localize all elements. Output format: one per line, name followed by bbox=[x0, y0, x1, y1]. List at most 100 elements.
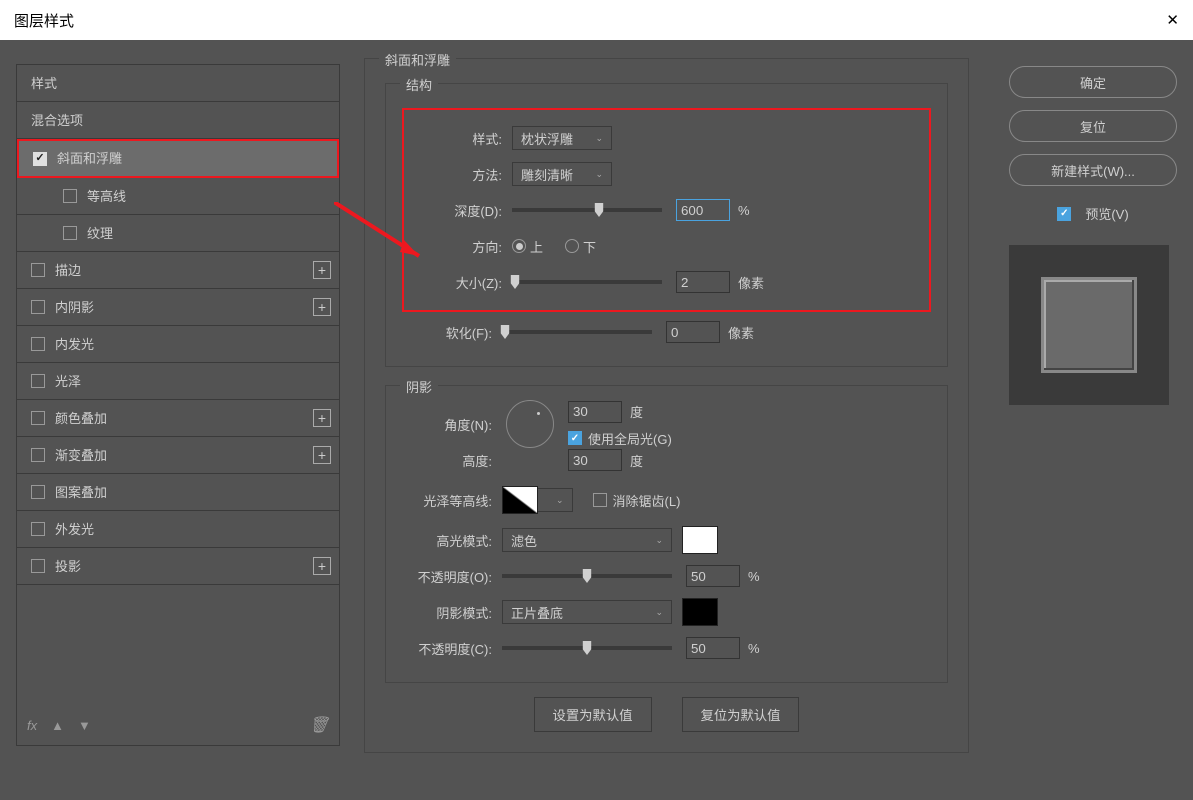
shadow-color-swatch[interactable] bbox=[682, 598, 718, 626]
shadow-mode-select[interactable]: 正片叠底⌄ bbox=[502, 600, 672, 624]
structure-fieldset: 结构 样式: 枕状浮雕⌄ 方法: 雕刻清晰⌄ 深度(D): % bbox=[385, 83, 948, 367]
highlight-mode-label: 高光模式: bbox=[402, 531, 502, 550]
sidebar-item-texture[interactable]: 纹理 bbox=[17, 215, 339, 252]
sidebar-item-outer-glow[interactable]: 外发光 bbox=[17, 511, 339, 548]
size-label: 大小(Z): bbox=[412, 273, 512, 292]
size-slider[interactable] bbox=[512, 280, 662, 284]
sidebar-footer: fx ▲ ▼ 🗑 bbox=[17, 705, 339, 745]
down-arrow-icon[interactable]: ▼ bbox=[78, 718, 91, 733]
sidebar-item-stroke[interactable]: 描边+ bbox=[17, 252, 339, 289]
checkbox-icon[interactable] bbox=[31, 559, 45, 573]
checkbox-icon[interactable] bbox=[31, 448, 45, 462]
style-list: 样式 混合选项 斜面和浮雕 等高线 纹理 描边+ 内阴影+ 内发光 光泽 颜色叠… bbox=[16, 64, 340, 746]
soften-label: 软化(F): bbox=[402, 323, 502, 342]
sidebar-item-satin[interactable]: 光泽 bbox=[17, 363, 339, 400]
checkbox-icon[interactable] bbox=[31, 337, 45, 351]
up-arrow-icon[interactable]: ▲ bbox=[51, 718, 64, 733]
checkbox-icon[interactable] bbox=[33, 152, 47, 166]
depth-label: 深度(D): bbox=[412, 201, 512, 220]
shading-label: 阴影 bbox=[400, 377, 438, 396]
shadow-opacity-input[interactable] bbox=[686, 637, 740, 659]
sidebar-item-pattern-overlay[interactable]: 图案叠加 bbox=[17, 474, 339, 511]
direction-up-radio[interactable] bbox=[512, 239, 526, 253]
global-light-checkbox[interactable] bbox=[568, 431, 582, 445]
add-icon[interactable]: + bbox=[313, 409, 331, 427]
altitude-label: 高度: bbox=[402, 451, 502, 470]
antialias-checkbox[interactable] bbox=[593, 493, 607, 507]
checkbox-icon[interactable] bbox=[31, 485, 45, 499]
ok-button[interactable]: 确定 bbox=[1009, 66, 1177, 98]
soften-unit: 像素 bbox=[728, 323, 754, 342]
add-icon[interactable]: + bbox=[313, 298, 331, 316]
reset-button[interactable]: 复位 bbox=[1009, 110, 1177, 142]
bevel-emboss-fieldset: 斜面和浮雕 结构 样式: 枕状浮雕⌄ 方法: 雕刻清晰⌄ 深度(D): bbox=[364, 58, 969, 753]
sidebar-item-inner-glow[interactable]: 内发光 bbox=[17, 326, 339, 363]
sidebar-item-contour[interactable]: 等高线 bbox=[17, 178, 339, 215]
add-icon[interactable]: + bbox=[313, 446, 331, 464]
sidebar-item-blend-options[interactable]: 混合选项 bbox=[17, 102, 339, 139]
preview-checkbox[interactable] bbox=[1057, 207, 1071, 221]
size-unit: 像素 bbox=[738, 273, 764, 292]
preview-inner bbox=[1041, 277, 1137, 373]
sidebar-item-drop-shadow[interactable]: 投影+ bbox=[17, 548, 339, 585]
shadow-mode-label: 阴影模式: bbox=[402, 603, 502, 622]
titlebar: 图层样式 ✕ bbox=[0, 0, 1193, 40]
checkbox-icon[interactable] bbox=[31, 522, 45, 536]
checkbox-icon[interactable] bbox=[63, 226, 77, 240]
technique-label: 方法: bbox=[412, 165, 512, 184]
soften-input[interactable] bbox=[666, 321, 720, 343]
highlight-opacity-input[interactable] bbox=[686, 565, 740, 587]
right-panel: 确定 复位 新建样式(W)... 预览(V) bbox=[993, 40, 1193, 800]
add-icon[interactable]: + bbox=[313, 261, 331, 279]
depth-input[interactable] bbox=[676, 199, 730, 221]
highlight-color-swatch[interactable] bbox=[682, 526, 718, 554]
altitude-input[interactable] bbox=[568, 449, 622, 471]
window-title: 图层样式 bbox=[14, 10, 74, 31]
highlight-annotation: 样式: 枕状浮雕⌄ 方法: 雕刻清晰⌄ 深度(D): % 方向: bbox=[402, 108, 931, 312]
sidebar-item-styles[interactable]: 样式 bbox=[17, 65, 339, 102]
shadow-opacity-slider[interactable] bbox=[502, 646, 672, 650]
gloss-contour-label: 光泽等高线: bbox=[402, 491, 502, 510]
highlight-mode-select[interactable]: 滤色⌄ bbox=[502, 528, 672, 552]
shadow-opacity-label: 不透明度(C): bbox=[402, 639, 502, 658]
checkbox-icon[interactable] bbox=[63, 189, 77, 203]
checkbox-icon[interactable] bbox=[31, 411, 45, 425]
make-default-button[interactable]: 设置为默认值 bbox=[534, 697, 652, 732]
styles-sidebar: 样式 混合选项 斜面和浮雕 等高线 纹理 描边+ 内阴影+ 内发光 光泽 颜色叠… bbox=[0, 40, 340, 800]
chevron-down-icon: ⌄ bbox=[595, 133, 603, 144]
trash-icon[interactable]: 🗑 bbox=[309, 715, 329, 735]
checkbox-icon[interactable] bbox=[31, 300, 45, 314]
depth-slider[interactable] bbox=[512, 208, 662, 212]
soften-slider[interactable] bbox=[502, 330, 652, 334]
chevron-down-icon: ⌄ bbox=[595, 169, 603, 180]
reset-default-button[interactable]: 复位为默认值 bbox=[682, 697, 800, 732]
add-icon[interactable]: + bbox=[313, 557, 331, 575]
settings-panel: 斜面和浮雕 结构 样式: 枕状浮雕⌄ 方法: 雕刻清晰⌄ 深度(D): bbox=[340, 40, 993, 800]
sidebar-item-inner-shadow[interactable]: 内阴影+ bbox=[17, 289, 339, 326]
sidebar-item-gradient-overlay[interactable]: 渐变叠加+ bbox=[17, 437, 339, 474]
gloss-contour-swatch[interactable] bbox=[502, 486, 538, 514]
preview-label: 预览(V) bbox=[1085, 204, 1128, 223]
structure-label: 结构 bbox=[400, 75, 438, 94]
style-label: 样式: bbox=[412, 129, 512, 148]
chevron-down-icon: ⌄ bbox=[655, 607, 663, 618]
close-icon[interactable]: ✕ bbox=[1166, 11, 1179, 29]
direction-label: 方向: bbox=[412, 237, 512, 256]
sidebar-item-color-overlay[interactable]: 颜色叠加+ bbox=[17, 400, 339, 437]
preview-thumbnail bbox=[1009, 245, 1169, 405]
size-input[interactable] bbox=[676, 271, 730, 293]
new-style-button[interactable]: 新建样式(W)... bbox=[1009, 154, 1177, 186]
angle-input[interactable] bbox=[568, 401, 622, 423]
panel-title: 斜面和浮雕 bbox=[379, 50, 456, 69]
technique-select[interactable]: 雕刻清晰⌄ bbox=[512, 162, 612, 186]
shading-fieldset: 阴影 角度(N): 度 使用全局光(G) bbox=[385, 385, 948, 683]
direction-down-radio[interactable] bbox=[565, 239, 579, 253]
checkbox-icon[interactable] bbox=[31, 263, 45, 277]
angle-dial[interactable] bbox=[506, 400, 554, 448]
style-select[interactable]: 枕状浮雕⌄ bbox=[512, 126, 612, 150]
sidebar-item-bevel-emboss[interactable]: 斜面和浮雕 bbox=[17, 139, 339, 178]
gloss-contour-dropdown[interactable]: ⌄ bbox=[538, 488, 573, 512]
checkbox-icon[interactable] bbox=[31, 374, 45, 388]
fx-label[interactable]: fx bbox=[27, 718, 37, 733]
highlight-opacity-slider[interactable] bbox=[502, 574, 672, 578]
